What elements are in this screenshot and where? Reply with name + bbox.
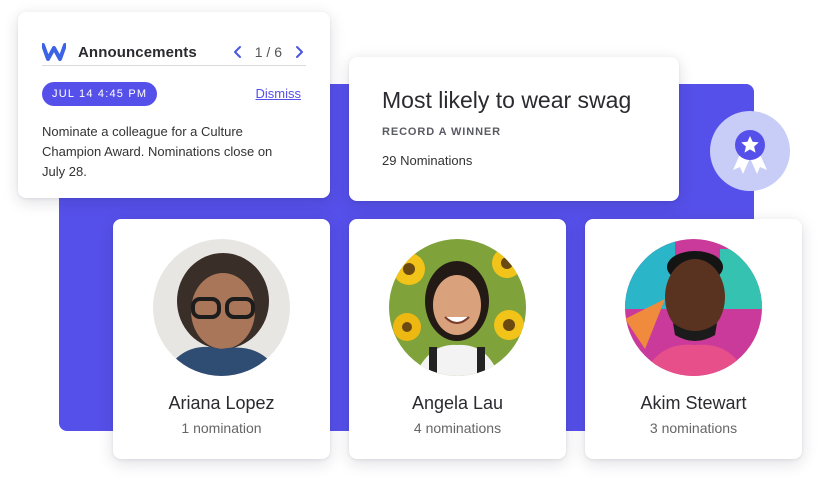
avatar	[153, 239, 290, 376]
nominee-card[interactable]: Akim Stewart 3 nominations	[585, 219, 802, 459]
nominee-name: Angela Lau	[411, 393, 504, 413]
announcements-title: Announcements	[78, 43, 197, 61]
announcements-pager: 1 / 6	[231, 44, 306, 60]
award-badge	[710, 111, 790, 191]
nominee-name: Ariana Lopez	[168, 393, 275, 413]
avatar	[625, 239, 762, 376]
nominee-card[interactable]: Angela Lau 4 nominations	[349, 219, 566, 459]
nominee-count: 4 nominations	[413, 420, 502, 436]
nominee-count: 1 nomination	[181, 420, 262, 436]
workvivo-logo-icon	[42, 43, 66, 61]
nominee-card[interactable]: Ariana Lopez 1 nomination	[113, 219, 330, 459]
prev-arrow-icon[interactable]	[231, 45, 245, 59]
page-indicator: 1 / 6	[254, 44, 282, 60]
announcement-text: Nominate a colleague for a Culture Champ…	[42, 124, 273, 179]
nominee-count: 3 nominations	[649, 420, 738, 436]
nominee-name: Akim Stewart	[640, 393, 747, 413]
award-card: Most likely to wear swag RECORD A WINNER…	[349, 57, 679, 201]
date-badge: JUL 14 4:45 PM	[42, 82, 158, 106]
award-ribbon-icon	[733, 130, 767, 174]
divider	[42, 65, 306, 66]
avatar	[389, 239, 526, 376]
announcements-header: Announcements 1 / 6	[42, 38, 306, 66]
award-title: Most likely to wear swag	[382, 87, 632, 113]
record-winner-link[interactable]: RECORD A WINNER	[382, 126, 501, 138]
next-arrow-icon[interactable]	[292, 45, 306, 59]
announcements-card: Announcements 1 / 6 JUL 14 4:45 PM Dismi…	[18, 12, 330, 198]
dismiss-link[interactable]: Dismiss	[256, 86, 302, 101]
nominations-count: 29 Nominations	[382, 153, 473, 168]
